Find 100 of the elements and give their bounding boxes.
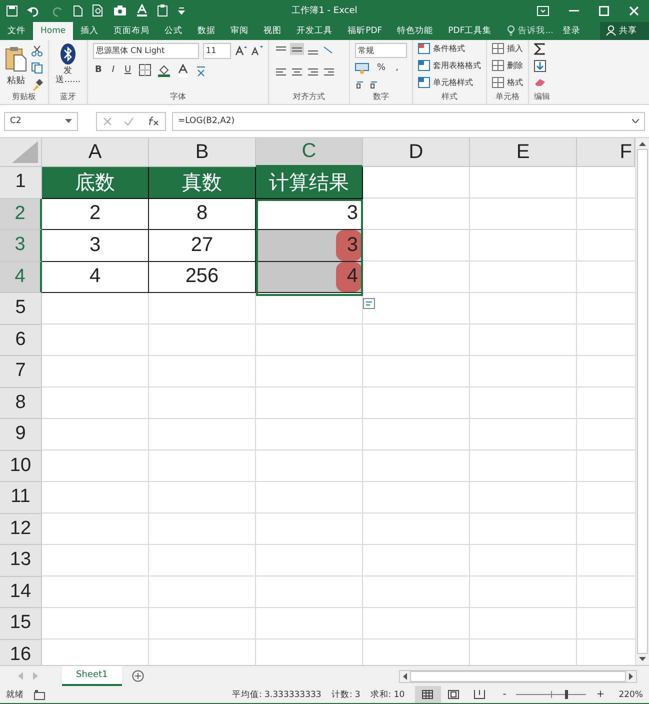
ribbon-tab[interactable]: 文件 [0,22,33,40]
tell-me-field[interactable]: 告诉我... [518,24,554,37]
bold-button[interactable]: B [93,65,104,76]
ribbon-tab[interactable]: 特色功能 [390,22,441,40]
new-document-icon[interactable] [73,4,83,17]
vertical-scrollbar[interactable] [635,138,649,666]
currency-icon[interactable] [355,62,369,74]
table-cell: 4 [42,262,149,294]
eraser-icon[interactable] [534,76,546,87]
column-header[interactable]: D [363,138,470,168]
row-header[interactable]: 4 [0,262,42,294]
copy-icon[interactable] [31,62,43,74]
row-header[interactable]: 10 [0,450,42,482]
percent-button[interactable]: % [375,63,388,74]
row-header[interactable]: 8 [0,388,42,420]
horizontal-scrollbar[interactable] [399,670,637,683]
check-icon[interactable] [124,116,134,126]
underline-button[interactable]: U [122,65,134,76]
phonetic-guide-icon[interactable] [195,64,208,77]
scroll-right-icon[interactable] [629,672,633,680]
zoom-slider-thumb[interactable] [565,690,568,700]
ribbon-tab[interactable]: 页面布局 [106,22,158,40]
italic-button[interactable]: I [110,65,117,76]
close-icon[interactable] [629,6,639,16]
ribbon-tab[interactable]: Home [33,22,74,40]
ribbon-tab[interactable]: PDF工具集 [440,22,500,40]
row-header[interactable]: 3 [0,230,42,262]
print-preview-icon[interactable] [92,4,104,18]
share-button[interactable]: 共享 [600,22,649,40]
fill-color-icon[interactable] [157,64,172,77]
camera-icon[interactable] [113,5,127,16]
shrink-font-icon[interactable] [251,45,263,56]
row-header[interactable]: 2 [0,198,42,230]
font-name-field[interactable]: 思源黑体 CN Light [93,42,199,59]
name-box[interactable]: C2 [4,112,78,131]
ribbon-tab[interactable]: 数据 [190,22,224,40]
row-header[interactable]: 11 [0,482,42,514]
column-header[interactable]: B [149,138,256,168]
table-cell: 真数 [149,167,256,199]
row-header[interactable]: 14 [0,576,42,608]
cells-menu-button[interactable]: 格式 [492,76,523,89]
autosum-icon[interactable] [534,42,546,55]
row-header[interactable]: 13 [0,545,42,577]
undo-icon[interactable] [27,4,41,17]
row-header[interactable]: 16 [0,640,42,666]
comma-style-button[interactable]: , [394,63,400,74]
row-header[interactable]: 7 [0,356,42,388]
scissors-icon[interactable] [31,44,43,57]
row-header[interactable]: 9 [0,419,42,451]
normal-view-button[interactable] [414,686,441,704]
ribbon-display-icon[interactable] [537,6,549,16]
maximize-icon[interactable] [599,6,609,16]
ribbon-tab[interactable]: 公式 [157,22,190,40]
row-header[interactable]: 12 [0,514,42,546]
font-color-icon[interactable] [177,64,190,77]
row-header[interactable]: 5 [0,293,42,325]
column-header[interactable]: A [42,138,149,168]
ribbon-tab[interactable]: 审阅 [223,22,256,40]
ribbon-tab[interactable]: 开发工具 [289,22,340,40]
formula-input[interactable]: =LOG(B2,A2) [172,112,645,131]
clipboard-icon[interactable] [157,4,169,18]
column-header[interactable]: E [470,138,577,168]
quick-analysis-icon[interactable] [363,298,375,310]
column-header[interactable]: C [256,138,363,168]
scroll-up-icon[interactable] [639,142,646,146]
column-header[interactable]: F [577,138,635,168]
row-header[interactable]: 15 [0,608,42,640]
style-menu-button[interactable]: 条件格式 [418,42,481,55]
borders-icon[interactable] [139,64,152,76]
cells-menu-button[interactable]: 删除 [492,60,523,72]
format-painter-icon[interactable] [31,78,43,91]
customize-icon[interactable] [178,6,185,15]
minimize-icon[interactable] [569,10,579,12]
grow-font-icon[interactable] [235,45,247,56]
ribbon-tab[interactable]: 插入 [73,22,106,40]
zoom-out-button[interactable]: - [502,689,506,700]
sign-in-link[interactable]: 登录 [562,24,580,37]
table-style-icon [418,60,430,72]
ribbon-tab[interactable]: 福昕PDF [340,22,390,40]
insert-function-icon[interactable] [146,116,159,126]
zoom-in-button[interactable]: + [596,689,605,700]
row-header[interactable]: 1 [0,167,42,199]
save-icon[interactable] [6,4,18,17]
sheet-tab[interactable]: Sheet1 [62,666,122,686]
ribbon-tab[interactable]: 视图 [256,22,290,40]
scroll-left-icon[interactable] [403,672,407,680]
add-sheet-icon[interactable] [132,670,144,682]
style-menu-button[interactable]: 套用表格格式 [418,60,481,72]
number-format-field[interactable]: 常规 [355,42,407,58]
paste-button[interactable]: 粘贴 [5,46,27,88]
style-menu-button[interactable]: 单元格样式 [418,76,481,89]
macro-record-icon[interactable] [34,690,45,700]
row-header[interactable]: 6 [0,324,42,356]
cells-menu-button[interactable]: 插入 [492,42,523,55]
font-size-field[interactable]: 11 [203,42,231,59]
font-color-icon[interactable] [136,4,148,18]
scroll-down-icon[interactable] [639,657,646,662]
send-button[interactable]: 发送...... [54,42,82,92]
fill-icon[interactable] [534,60,546,72]
zoom-level[interactable]: 220% [618,690,643,700]
